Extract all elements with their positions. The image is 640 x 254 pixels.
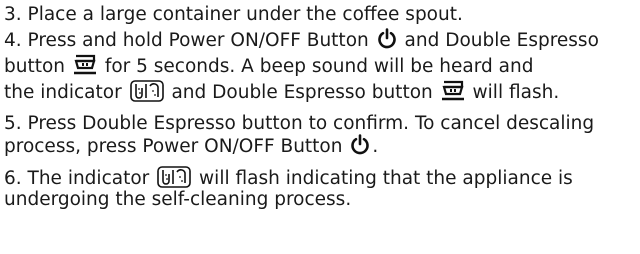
step-4: 4. Press and hold Power ON/OFF Button an… — [4, 28, 636, 106]
step-3-line-1: 3. Place a large container under the cof… — [4, 4, 463, 25]
power-icon — [350, 134, 370, 156]
step-6-line-1: 6. The indicator will flash indicating t… — [4, 166, 636, 189]
step-4-line-1-text-b: and Double Espresso — [404, 30, 599, 51]
step-6-line-1-text-b: will flash indicating that the appliance… — [199, 168, 573, 189]
step-5-line-1: 5. Press Double Espresso button to confi… — [4, 113, 595, 134]
step-6-line-1-text-a: 6. The indicator — [4, 168, 150, 189]
step-4-line-1-text-a: 4. Press and hold Power ON/OFF Button — [4, 30, 369, 51]
instruction-page: 3. Place a large container under the cof… — [0, 0, 640, 254]
step-4-line-2-text-a: button — [4, 56, 66, 77]
step-4-line-2-text-b: for 5 seconds. A beep sound will be hear… — [104, 56, 534, 77]
step-4-line-3-text-a: the indicator — [4, 82, 122, 103]
step-4-line-3-text-b: and Double Espresso button — [171, 82, 433, 103]
step-4-line-3: the indicator and Double Espresso button — [4, 80, 636, 106]
double-espresso-icon — [441, 80, 465, 102]
step-5-line-2-text-b: . — [372, 136, 379, 157]
step-4-line-2: button for 5 seconds. A beep sound will … — [4, 54, 636, 80]
descale-indicator-icon — [129, 80, 164, 102]
step-5-line-2: process, press Power ON/OFF Button . — [4, 134, 636, 157]
power-icon — [377, 28, 397, 50]
step-6-line-2: undergoing the self-cleaning process. — [4, 189, 352, 210]
double-espresso-icon — [73, 54, 97, 76]
step-4-line-1: 4. Press and hold Power ON/OFF Button an… — [4, 28, 636, 54]
step-4-line-3-text-c: will flash. — [472, 82, 560, 103]
step-3: 3. Place a large container under the cof… — [4, 2, 636, 28]
step-6: 6. The indicator will flash indicating t… — [4, 166, 636, 210]
step-5-line-2-text-a: process, press Power ON/OFF Button — [4, 136, 343, 157]
descale-indicator-icon — [157, 166, 191, 188]
step-5: 5. Press Double Espresso button to confi… — [4, 113, 636, 157]
